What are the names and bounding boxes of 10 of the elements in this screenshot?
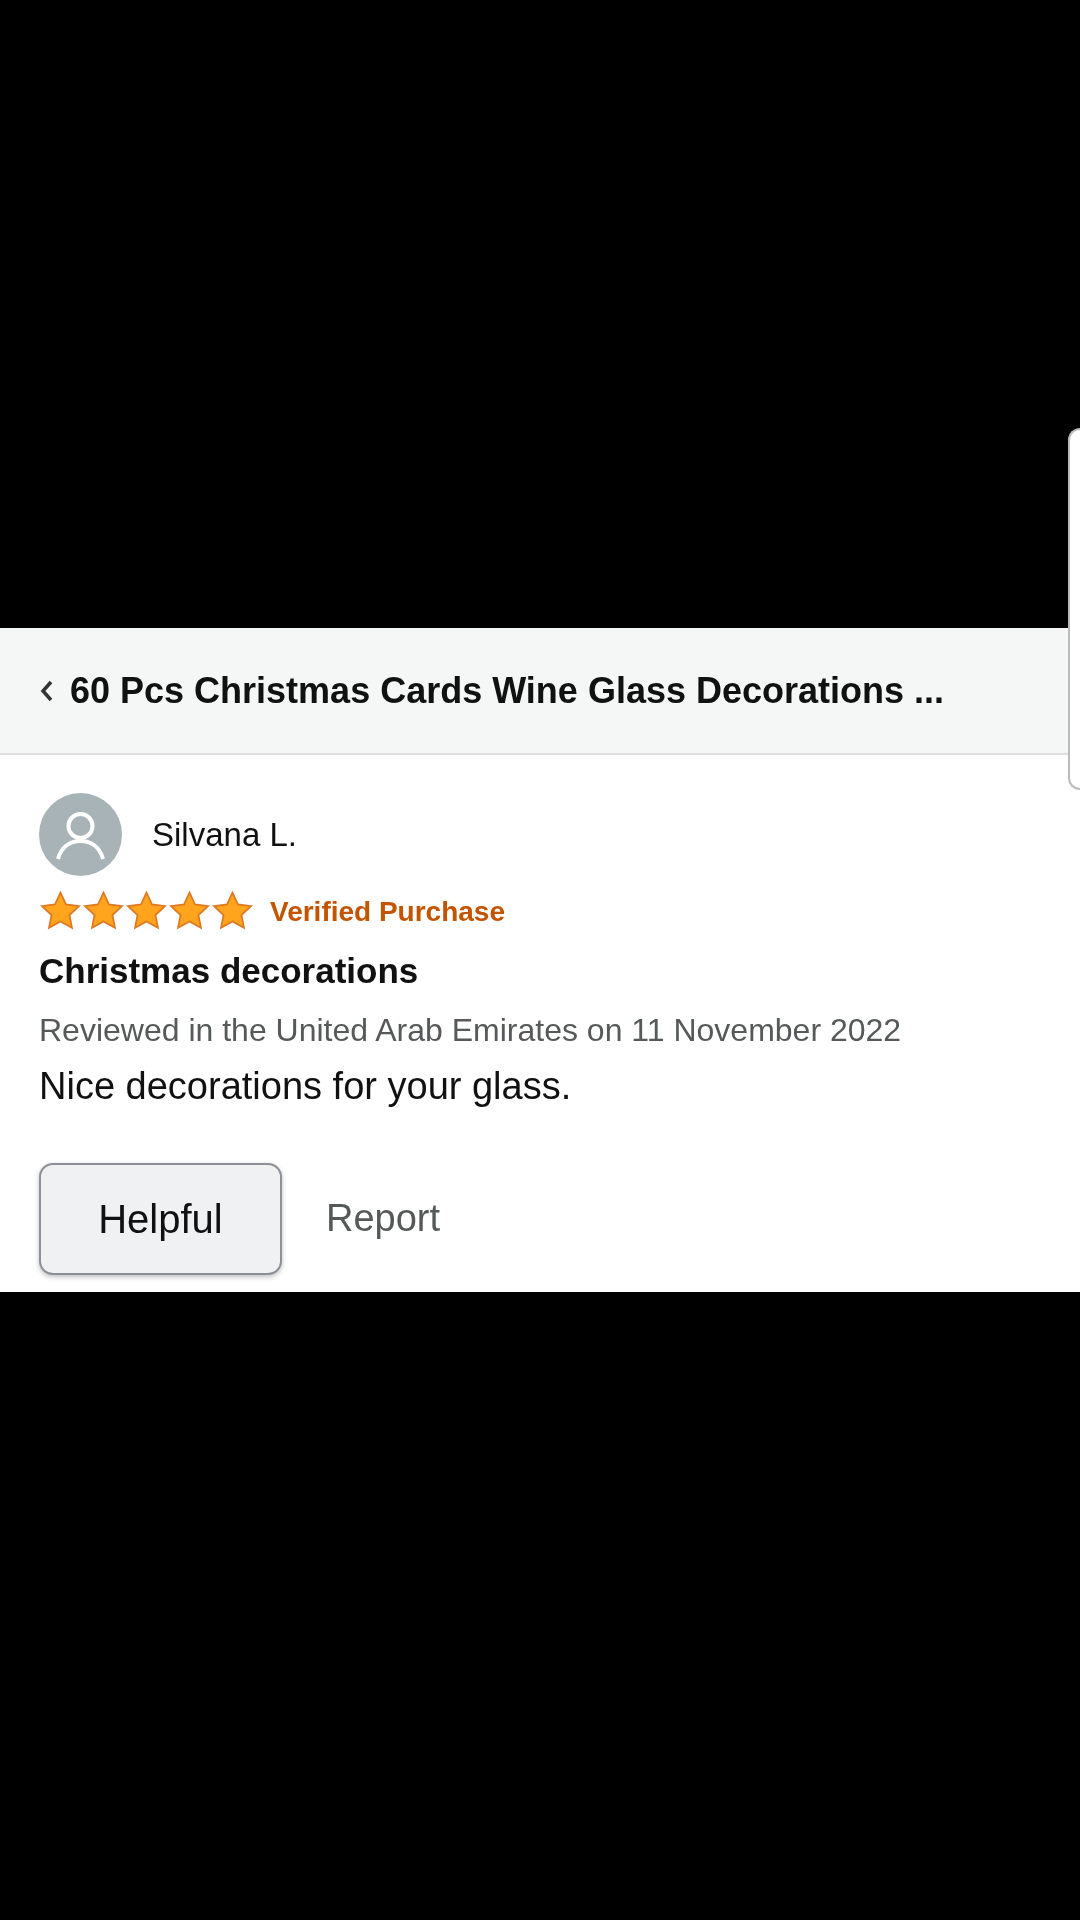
verified-label: Verified Purchase	[270, 894, 505, 929]
report-link[interactable]: Report	[326, 1190, 441, 1247]
review-date: Reviewed in the United Arab Emirates on 11 November 2022	[39, 1010, 903, 1050]
page-title: 60 Pcs Christmas Cards Wine Glass Decorations ...	[70, 668, 945, 713]
reviewer-name: Silvana L.	[152, 814, 297, 855]
helpful-button[interactable]: Helpful	[39, 1162, 282, 1275]
edge-panel-handle[interactable]	[1068, 428, 1080, 790]
avatar-icon	[39, 793, 122, 876]
review-title: Christmas decorations	[39, 950, 420, 992]
review-text: Nice decorations for your glass.	[39, 1063, 573, 1109]
